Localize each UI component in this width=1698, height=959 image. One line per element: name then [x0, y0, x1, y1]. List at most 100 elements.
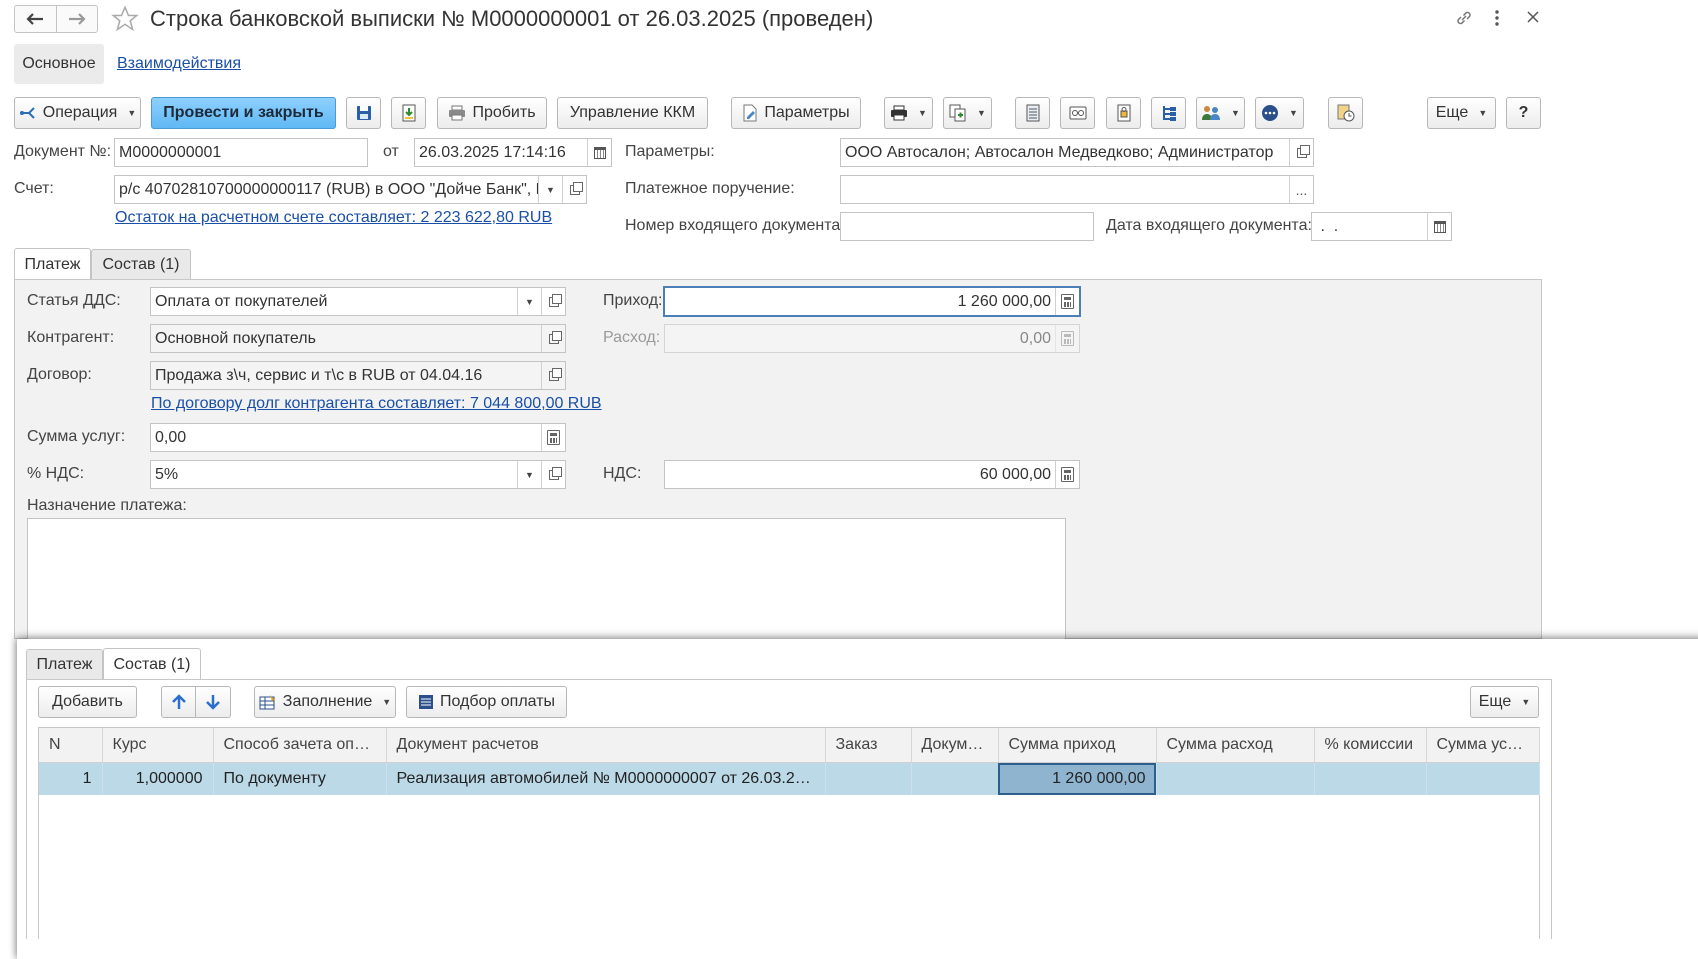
- calculator-icon[interactable]: [541, 424, 565, 451]
- column-settlement-document[interactable]: Документ расчетов: [386, 728, 826, 763]
- calculator-icon[interactable]: [1055, 461, 1079, 488]
- pick-payment-button[interactable]: Подбор оплаты: [406, 686, 567, 718]
- incoming-number-field[interactable]: [840, 212, 1094, 241]
- forward-button[interactable]: [57, 6, 98, 32]
- cell-n[interactable]: 1: [39, 762, 103, 795]
- punch-label: Пробить: [472, 104, 536, 121]
- attachment-button[interactable]: [1106, 97, 1141, 129]
- open-icon[interactable]: [1289, 139, 1313, 166]
- close-icon[interactable]: [1527, 11, 1539, 23]
- income-field[interactable]: 1 260 000,00: [663, 286, 1081, 317]
- movements-report-button[interactable]: [1015, 97, 1050, 129]
- cell-expense-amount[interactable]: [1156, 762, 1315, 795]
- parameters-field[interactable]: ООО Автосалон; Автосалон Медведково; Адм…: [840, 138, 1314, 167]
- cell-settlement-document[interactable]: Реализация автомобилей № М0000000007 от …: [386, 762, 826, 795]
- cash-flow-item-field[interactable]: Оплата от покупателей ▼: [150, 287, 566, 316]
- tab-main[interactable]: Основное: [14, 44, 104, 84]
- open-icon[interactable]: [541, 288, 565, 315]
- dropdown-icon[interactable]: ▼: [517, 288, 541, 315]
- history-button[interactable]: [1328, 97, 1363, 129]
- column-order[interactable]: Заказ: [825, 728, 912, 763]
- cell-order[interactable]: [825, 762, 912, 795]
- counterparty-field[interactable]: Основной покупатель: [150, 324, 566, 353]
- chevron-down-icon: ▼: [1521, 697, 1531, 707]
- calculator-icon[interactable]: [1055, 288, 1079, 315]
- contract-debt-link[interactable]: По договору долг контрагента составляет:…: [151, 395, 602, 413]
- payment-purpose-textarea[interactable]: [27, 518, 1066, 648]
- create-based-on-button[interactable]: ▼: [943, 97, 992, 129]
- kkm-control-button[interactable]: Управление ККМ: [557, 97, 708, 129]
- kebab-menu-icon[interactable]: [1491, 9, 1503, 27]
- column-expense-amount[interactable]: Сумма расход: [1156, 728, 1315, 763]
- structure-button[interactable]: [1151, 97, 1186, 129]
- floppy-disk-icon: [356, 106, 371, 120]
- users-menu-button[interactable]: ▼: [1196, 97, 1245, 129]
- contract-field[interactable]: Продажа з\ч, сервис и т\с в RUB от 04.04…: [150, 361, 566, 390]
- tab-payment[interactable]: Платеж: [14, 248, 91, 280]
- chevron-down-icon: ▼: [977, 108, 986, 118]
- fill-button[interactable]: Заполнение ▼: [254, 686, 396, 718]
- vat-rate-label: % НДС:: [27, 465, 85, 482]
- open-icon[interactable]: [541, 325, 565, 352]
- operation-button[interactable]: Операция ▼: [14, 97, 141, 129]
- dropdown-icon[interactable]: ▼: [538, 176, 562, 203]
- column-income-amount[interactable]: Сумма приход: [998, 728, 1157, 763]
- composition-more-button[interactable]: Еще ▼: [1470, 686, 1539, 718]
- tab-payment-lower[interactable]: Платеж: [26, 649, 103, 680]
- print-menu-button[interactable]: ▼: [884, 97, 933, 129]
- column-document[interactable]: Докуме...: [911, 728, 999, 763]
- parameters-button[interactable]: Параметры: [731, 97, 861, 129]
- move-up-button[interactable]: [161, 686, 196, 718]
- services-amount-field[interactable]: 0,00: [150, 423, 566, 452]
- chevron-down-icon: ▼: [1289, 108, 1298, 118]
- account-field[interactable]: р/с 40702810700000000117 (RUB) в ООО "До…: [114, 175, 587, 204]
- open-icon[interactable]: [541, 362, 565, 389]
- column-n[interactable]: N: [39, 728, 103, 763]
- pick-payment-label: Подбор оплаты: [439, 693, 556, 710]
- cash-register-button[interactable]: [1060, 97, 1095, 129]
- account-balance-link[interactable]: Остаток на расчетном счете составляет: 2…: [115, 209, 552, 227]
- help-button[interactable]: ?: [1506, 97, 1541, 129]
- cell-offset-method[interactable]: По документу: [213, 762, 387, 795]
- column-services-amount[interactable]: Сумма услуг: [1426, 728, 1540, 763]
- select-button[interactable]: ...: [1289, 176, 1313, 203]
- open-icon[interactable]: [562, 176, 586, 203]
- post-button[interactable]: [391, 97, 426, 129]
- document-date-field[interactable]: 26.03.2025 17:14:16: [414, 138, 612, 167]
- document-number-field[interactable]: М0000000001: [114, 138, 368, 167]
- dropdown-icon[interactable]: ▼: [517, 461, 541, 488]
- back-button[interactable]: [15, 6, 57, 32]
- cell-rate[interactable]: 1,000000: [102, 762, 214, 795]
- tab-composition[interactable]: Состав (1): [91, 249, 191, 280]
- tab-interactions[interactable]: Взаимодействия: [117, 55, 241, 73]
- link-icon[interactable]: [1454, 8, 1474, 28]
- cell-commission[interactable]: [1314, 762, 1427, 795]
- cell-services-amount[interactable]: [1426, 762, 1540, 795]
- column-rate[interactable]: Курс: [102, 728, 214, 763]
- printer-icon: [891, 105, 908, 121]
- operation-icon: [19, 107, 35, 119]
- open-icon[interactable]: [541, 461, 565, 488]
- move-down-button[interactable]: [196, 686, 231, 718]
- column-offset-method[interactable]: Способ зачета опл...: [213, 728, 387, 763]
- payment-order-field[interactable]: ...: [840, 175, 1314, 204]
- cell-document[interactable]: [911, 762, 999, 795]
- add-button[interactable]: Добавить: [38, 686, 137, 718]
- save-button[interactable]: [346, 97, 381, 129]
- post-and-close-button[interactable]: Провести и закрыть: [151, 97, 336, 129]
- more-button[interactable]: Еще ▼: [1427, 97, 1496, 129]
- counterparty-value: Основной покупатель: [155, 329, 316, 347]
- calendar-icon[interactable]: [1427, 213, 1451, 240]
- cell-income-amount[interactable]: 1 260 000,00: [998, 762, 1157, 795]
- vat-rate-field[interactable]: 5% ▼: [150, 460, 566, 489]
- vat-field[interactable]: 60 000,00: [664, 460, 1080, 489]
- punch-button[interactable]: Пробить: [437, 97, 547, 129]
- expense-value: 0,00: [1019, 329, 1051, 347]
- incoming-date-field[interactable]: . .: [1311, 212, 1452, 241]
- more-actions-menu-button[interactable]: ▼: [1255, 97, 1304, 129]
- tab-composition-lower[interactable]: Состав (1): [103, 648, 201, 680]
- star-icon[interactable]: [111, 5, 139, 33]
- calendar-icon[interactable]: [587, 139, 611, 166]
- table-row[interactable]: 1 1,000000 По документу Реализация автом…: [39, 762, 1540, 795]
- column-commission[interactable]: % комиссии: [1314, 728, 1427, 763]
